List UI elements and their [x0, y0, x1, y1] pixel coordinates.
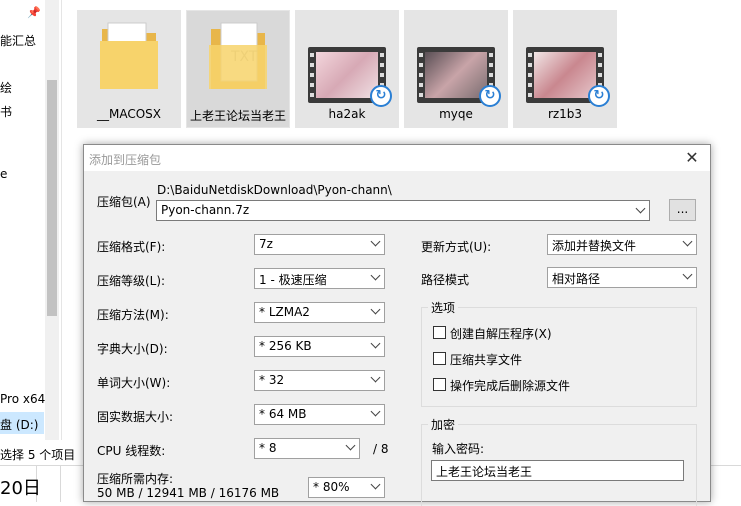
solid-block-value: * 64 MB — [259, 407, 307, 421]
dictionary-value: * 256 KB — [259, 339, 312, 353]
close-icon: ✕ — [685, 148, 699, 167]
nav-item-label: 盘 (D:) — [0, 418, 39, 432]
file-name: ha2ak — [328, 107, 366, 121]
chevron-down-icon — [370, 479, 381, 490]
nav-item[interactable]: e — [0, 167, 7, 181]
word-size-select[interactable]: * 32 — [254, 370, 385, 391]
format-label: 压缩格式(F): — [97, 240, 166, 254]
create-sfx-checkbox[interactable] — [433, 326, 446, 339]
delete-after-label[interactable]: 操作完成后删除源文件 — [450, 377, 570, 394]
method-select[interactable]: * LZMA2 — [254, 302, 385, 323]
folder-icon: TXT — [209, 22, 267, 89]
cpu-threads-label: CPU 线程数: — [97, 444, 166, 458]
file-item-macosx[interactable]: __MACOSX — [77, 10, 181, 128]
encryption-group: 加密 输入密码: 上老王论坛当老王 — [421, 416, 697, 506]
video-thumbnail-icon: ↻ — [308, 47, 392, 107]
solid-block-label: 固实数据大小: — [97, 410, 174, 424]
update-mode-value: 添加并替换文件 — [552, 239, 637, 253]
chevron-down-icon — [370, 372, 381, 383]
pin-icon[interactable]: 📌 — [27, 7, 41, 19]
archive-name-value: Pyon-chann.7z — [161, 203, 250, 217]
solid-block-select[interactable]: * 64 MB — [254, 404, 385, 425]
file-name: __MACOSX — [96, 107, 161, 121]
chevron-down-icon — [370, 406, 381, 417]
nav-item[interactable]: 能汇总 — [0, 32, 36, 49]
file-item-folder[interactable]: TXT 上老王论坛当老王 — [186, 10, 290, 128]
folder-icon — [100, 22, 158, 89]
cpu-threads-value: * 8 — [259, 441, 277, 455]
options-group-title: 选项 — [428, 299, 459, 316]
add-to-archive-dialog: 添加到压缩包 ✕ 压缩包(A) D:\BaiduNetdiskDownload\… — [83, 144, 711, 506]
dictionary-select[interactable]: * 256 KB — [254, 336, 385, 357]
chevron-down-icon — [370, 304, 381, 315]
file-name: myqe — [439, 107, 473, 121]
memory-percent-value: * 80% — [313, 480, 350, 494]
video-thumbnail-icon: ↻ — [417, 47, 501, 107]
archive-name-combobox[interactable]: Pyon-chann.7z — [156, 200, 650, 221]
password-value: 上老王论坛当老王 — [436, 465, 533, 479]
options-group: 选项 创建自解压程序(X) 压缩共享文件 操作完成后删除源文件 — [421, 299, 697, 407]
nav-item[interactable]: 书 — [0, 103, 12, 120]
archive-directory: D:\BaiduNetdiskDownload\Pyon-chann\ — [157, 183, 392, 197]
update-mode-label: 更新方式(U): — [421, 240, 492, 254]
file-item-video[interactable]: ↻ ha2ak — [295, 10, 399, 128]
chevron-down-icon — [345, 440, 356, 451]
update-mode-select[interactable]: 添加并替换文件 — [547, 234, 697, 255]
level-select[interactable]: 1 - 极速压缩 — [254, 268, 385, 289]
chevron-down-icon — [682, 269, 693, 280]
cpu-threads-select[interactable]: * 8 — [254, 438, 360, 459]
nav-scrollbar-thumb[interactable] — [47, 80, 57, 316]
chevron-down-icon — [635, 203, 646, 214]
player-badge-icon: ↻ — [370, 85, 392, 107]
compress-shared-label[interactable]: 压缩共享文件 — [450, 351, 522, 368]
nav-item[interactable]: Pro x64 — [0, 392, 45, 406]
dialog-title: 添加到压缩包 — [89, 153, 162, 167]
chevron-down-icon — [370, 338, 381, 349]
format-select[interactable]: 7z — [254, 234, 385, 255]
path-mode-label: 路径模式 — [421, 273, 470, 287]
player-badge-icon: ↻ — [588, 85, 610, 107]
create-sfx-label[interactable]: 创建自解压程序(X) — [450, 325, 552, 342]
chevron-down-icon — [370, 270, 381, 281]
player-badge-icon: ↻ — [479, 85, 501, 107]
navigation-pane: 📌 能汇总 绘 书 e Pro x64 盘 (D:) — [0, 0, 62, 440]
password-input[interactable]: 上老王论坛当老王 — [431, 460, 684, 481]
chevron-down-icon — [370, 236, 381, 247]
chevron-down-icon — [682, 236, 693, 247]
divider — [60, 466, 61, 502]
memory-percent-select[interactable]: * 80% — [308, 477, 385, 498]
taskbar-date-fragment: 20日 — [0, 478, 41, 499]
level-label: 压缩等级(L): — [97, 274, 166, 288]
video-thumbnail-icon: ↻ — [526, 47, 610, 107]
word-size-label: 单词大小(W): — [97, 376, 171, 390]
dialog-titlebar[interactable]: 添加到压缩包 ✕ — [84, 145, 710, 171]
cpu-threads-max: / 8 — [373, 442, 389, 456]
file-item-video[interactable]: ↻ myqe — [404, 10, 508, 128]
file-name: 上老王论坛当老王 — [189, 109, 286, 123]
delete-after-checkbox[interactable] — [433, 378, 446, 391]
memory-usage: 50 MB / 12941 MB / 16176 MB — [97, 486, 280, 500]
memory-label: 压缩所需内存: — [97, 472, 174, 486]
archive-label: 压缩包(A) — [97, 195, 151, 209]
format-value: 7z — [259, 237, 273, 251]
browse-button[interactable]: ... — [669, 199, 696, 221]
method-label: 压缩方法(M): — [97, 308, 169, 322]
nav-scrollbar[interactable] — [45, 0, 59, 440]
dictionary-label: 字典大小(D): — [97, 342, 168, 356]
path-mode-select[interactable]: 相对路径 — [547, 267, 697, 288]
compress-shared-checkbox[interactable] — [433, 352, 446, 365]
encryption-group-title: 加密 — [428, 416, 459, 433]
close-button[interactable]: ✕ — [682, 148, 702, 168]
status-bar-text: 选择 5 个项目 — [0, 448, 76, 462]
nav-item[interactable]: 绘 — [0, 79, 12, 96]
word-size-value: * 32 — [259, 373, 285, 387]
path-mode-value: 相对路径 — [552, 272, 601, 286]
nav-item-drive-d[interactable]: 盘 (D:) — [0, 412, 44, 434]
file-name: rz1b3 — [547, 107, 583, 121]
method-value: * LZMA2 — [259, 305, 310, 319]
password-label: 输入密码: — [432, 442, 485, 456]
file-item-video[interactable]: ↻ rz1b3 — [513, 10, 617, 128]
level-value: 1 - 极速压缩 — [259, 273, 327, 287]
